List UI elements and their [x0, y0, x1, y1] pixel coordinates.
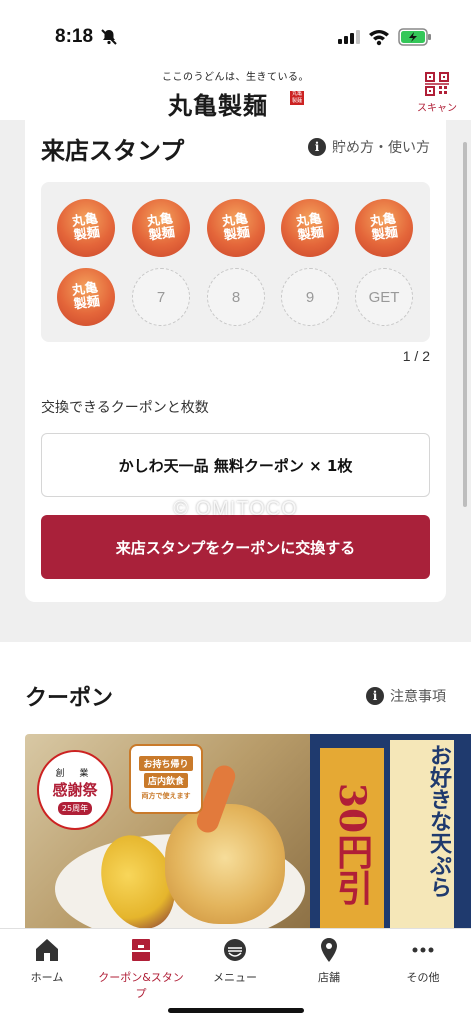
location-pin-icon — [321, 938, 337, 962]
bell-muted-icon — [101, 29, 117, 45]
brand-tagline: ここのうどんは、生きている。 — [162, 72, 309, 83]
signal-icon — [338, 30, 360, 44]
badge-main: 感謝祭 — [52, 780, 98, 799]
stamp-filled: 丸亀製麺 — [281, 199, 339, 257]
anniversary-badge: 創 業 感謝祭 25周年 — [37, 750, 113, 830]
info-icon: i — [308, 138, 326, 156]
notes-link[interactable]: i 注意事項 — [366, 686, 446, 706]
takeout-badge: お持ち帰り 店内飲食 両方で使えます — [129, 744, 203, 814]
app-header: ここのうどんは、生きている。 丸亀製麺 丸亀 製麺 スキャン — [0, 64, 471, 120]
status-bar: 8:18 — [0, 0, 471, 64]
stamp-filled: 丸亀製麺 — [207, 199, 265, 257]
how-to-link[interactable]: i 貯め方・使い方 — [308, 137, 430, 157]
wifi-icon — [369, 30, 389, 46]
bowl-icon — [224, 939, 246, 961]
kakiage-tempura — [165, 804, 285, 924]
stamp-filled: 丸亀製麺 — [57, 268, 115, 326]
stamp-filled: 丸亀製麺 — [57, 199, 115, 257]
nav-other-label: その他 — [406, 971, 440, 984]
battery-charging-icon — [398, 28, 431, 46]
status-time: 8:18 — [55, 26, 94, 47]
stamp-card-title: 来店スタンプ — [41, 137, 185, 165]
home-indicator — [168, 1008, 304, 1013]
coupon-section: クーポン i 注意事項 創 業 感謝祭 25周年 お持ち帰り 店内飲食 両方で使… — [0, 642, 471, 942]
badge-sub: 25周年 — [57, 801, 93, 815]
qr-code-icon — [425, 72, 449, 96]
banner-headline: お好きな天ぷら — [390, 740, 454, 934]
stamp-card: 来店スタンプ i 貯め方・使い方 丸亀製麺 丸亀製麺 丸亀製麺 丸亀製麺 丸亀製… — [25, 118, 446, 602]
takeout-line-3: 両方で使えます — [141, 792, 191, 800]
how-to-label: 貯め方・使い方 — [332, 140, 430, 156]
coupon-banner[interactable]: 創 業 感謝祭 25周年 お持ち帰り 店内飲食 両方で使えます 30円引 お好き… — [25, 734, 471, 934]
nav-stores-label: 店舗 — [318, 971, 340, 984]
scrollbar[interactable] — [463, 142, 467, 507]
nav-coupon-stamp[interactable]: クーポン&スタンプ — [94, 937, 188, 1000]
banner-photo: 創 業 感謝祭 25周年 お持ち帰り 店内飲食 両方で使えます — [25, 734, 315, 934]
exchange-stamps-button[interactable]: 来店スタンプをクーポンに交換する — [41, 515, 430, 579]
more-dots-icon — [412, 947, 434, 953]
coupon-section-title: クーポン — [25, 686, 114, 711]
notes-label: 注意事項 — [390, 689, 446, 705]
info-icon: i — [366, 687, 384, 705]
logo-text: 丸亀製麺 — [168, 91, 268, 120]
nav-home[interactable]: ホーム — [0, 937, 94, 993]
stamp-filled: 丸亀製麺 — [355, 199, 413, 257]
stamp-filled: 丸亀製麺 — [132, 199, 190, 257]
nav-coupon-stamp-label: クーポン&スタンプ — [98, 971, 184, 1000]
page-indicator: 1 / 2 — [402, 348, 430, 364]
home-icon — [36, 939, 58, 961]
coupon-icon — [132, 939, 150, 961]
nav-stores[interactable]: 店舗 — [282, 937, 376, 993]
takeout-line-2: 店内飲食 — [143, 773, 188, 788]
banner-price: 30円引 — [320, 748, 384, 934]
exchangeable-coupon: かしわ天一品 無料クーポン × 1枚 — [41, 433, 430, 497]
banner-text-panel: 30円引 お好きな天ぷら — [310, 734, 471, 934]
nav-menu[interactable]: メニュー — [188, 937, 282, 993]
stamp-empty-9: 9 — [281, 268, 339, 326]
badge-top: 創 業 — [55, 768, 95, 779]
logo-seal: 丸亀 製麺 — [290, 91, 304, 105]
takeout-line-1: お持ち帰り — [139, 756, 193, 771]
brand-logo: 丸亀製麺 丸亀 製麺 — [168, 86, 304, 120]
scan-label: スキャン — [417, 103, 457, 114]
nav-other[interactable]: その他 — [376, 937, 470, 993]
scan-button[interactable]: スキャン — [416, 72, 458, 116]
stamp-empty-8: 8 — [207, 268, 265, 326]
stamp-get: GET — [355, 268, 413, 326]
nav-home-label: ホーム — [30, 971, 64, 984]
exchange-label: 交換できるクーポンと枚数 — [41, 400, 209, 416]
stamp-grid: 丸亀製麺 丸亀製麺 丸亀製麺 丸亀製麺 丸亀製麺 丸亀製麺 7 8 9 GET — [41, 182, 430, 342]
stamp-empty-7: 7 — [132, 268, 190, 326]
nav-menu-label: メニュー — [213, 971, 257, 984]
